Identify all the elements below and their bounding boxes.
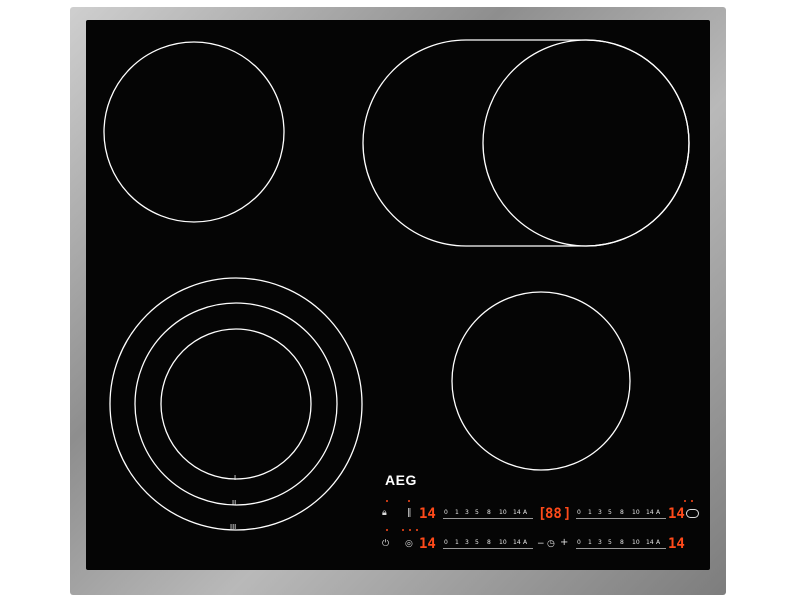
display-row1-left: 14 xyxy=(419,506,436,522)
indicator-dot xyxy=(416,529,418,531)
indicator-dot xyxy=(386,500,388,502)
scale-tick: 8 xyxy=(620,509,624,516)
indicator-dot xyxy=(691,500,693,502)
display-timer-bracket: ] xyxy=(563,506,572,522)
display-row1-right: 14 xyxy=(668,506,685,522)
slider-track xyxy=(576,518,666,519)
power-icon[interactable]: ⏻ xyxy=(382,539,389,549)
scale-tick: 1 xyxy=(588,509,592,516)
timer-icon[interactable]: ◷ xyxy=(547,539,555,549)
scale-tick: 14 xyxy=(513,539,521,546)
scale-tick: A xyxy=(656,509,661,516)
oval-zone-icon[interactable] xyxy=(686,509,699,518)
slider-row2-left[interactable]: 0 1 3 5 8 10 14 A xyxy=(443,539,533,551)
scale-tick: 3 xyxy=(598,539,602,546)
scale-tick: 8 xyxy=(487,539,491,546)
slider-track xyxy=(443,548,533,549)
scale-tick: 3 xyxy=(465,509,469,516)
slider-row1-right[interactable]: 0 1 3 5 8 10 14 A xyxy=(576,509,666,521)
scale-tick: A xyxy=(656,539,661,546)
zone-mark-2: II xyxy=(232,499,237,507)
plus-icon[interactable]: + xyxy=(560,538,568,548)
burner-bottom-left-outer xyxy=(109,277,363,531)
scale-tick: 5 xyxy=(475,539,479,546)
pause-icon[interactable]: ‖ xyxy=(407,508,412,518)
zone-mark-1: I xyxy=(234,474,237,482)
indicator-dot xyxy=(408,500,410,502)
scale-tick: 14 xyxy=(513,509,521,516)
burner-top-right-oval xyxy=(362,39,690,247)
indicator-dot xyxy=(684,500,686,502)
scale-tick: 0 xyxy=(444,539,448,546)
burner-top-left xyxy=(103,41,285,223)
burner-bottom-left-inner xyxy=(160,328,312,480)
scale-tick: 14 xyxy=(646,539,654,546)
scale-tick: 5 xyxy=(608,539,612,546)
slider-row1-left[interactable]: 0 1 3 5 8 10 14 A xyxy=(443,509,533,521)
burner-top-right-inner xyxy=(482,39,690,247)
slider-track xyxy=(576,548,666,549)
minus-icon[interactable]: − xyxy=(537,539,545,549)
scale-tick: 1 xyxy=(588,539,592,546)
scale-tick: 5 xyxy=(608,509,612,516)
scale-tick: 5 xyxy=(475,509,479,516)
scale-tick: 10 xyxy=(632,539,640,546)
scale-tick: 0 xyxy=(444,509,448,516)
scale-tick: 8 xyxy=(487,509,491,516)
scale-tick: 1 xyxy=(455,509,459,516)
scale-tick: 10 xyxy=(499,509,507,516)
brand-logo: AEG xyxy=(385,472,417,488)
scale-tick: A xyxy=(523,509,528,516)
scale-tick: A xyxy=(523,539,528,546)
indicator-dot xyxy=(402,529,404,531)
scale-tick: 14 xyxy=(646,509,654,516)
display-row1-middle: 88 xyxy=(545,506,562,522)
lock-icon[interactable]: 🔒︎ xyxy=(382,508,387,518)
scale-tick: 10 xyxy=(632,509,640,516)
burner-bottom-right xyxy=(451,291,631,471)
scale-tick: 0 xyxy=(577,539,581,546)
slider-track xyxy=(443,518,533,519)
scale-tick: 10 xyxy=(499,539,507,546)
indicator-dot xyxy=(386,529,388,531)
display-row2-left: 14 xyxy=(419,536,436,552)
scale-tick: 1 xyxy=(455,539,459,546)
scale-tick: 3 xyxy=(465,539,469,546)
slider-row2-right[interactable]: 0 1 3 5 8 10 14 A xyxy=(576,539,666,551)
scale-tick: 8 xyxy=(620,539,624,546)
indicator-dot xyxy=(409,529,411,531)
bridge-zone-icon[interactable]: ◎ xyxy=(405,539,413,549)
display-row2-right: 14 xyxy=(668,536,685,552)
zone-mark-3: III xyxy=(230,523,237,531)
scale-tick: 3 xyxy=(598,509,602,516)
scale-tick: 0 xyxy=(577,509,581,516)
